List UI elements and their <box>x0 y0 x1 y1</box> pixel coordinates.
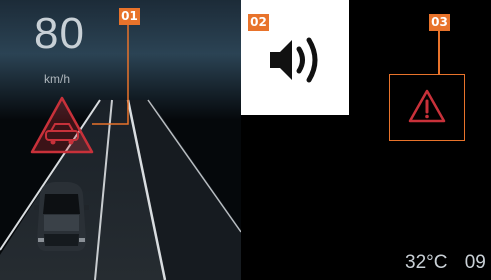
speed-readout: 80 <box>34 9 85 58</box>
ego-vehicle <box>34 182 89 251</box>
callout-label-02: 02 <box>248 14 269 31</box>
speed-unit: km/h <box>44 72 71 86</box>
driving-display-panel: 80 km/h <box>0 0 241 280</box>
callout-label-03: 03 <box>429 14 450 31</box>
speaker-sound-icon <box>270 37 318 83</box>
callout-label-01: 01 <box>119 8 140 25</box>
warning-highlight-box <box>389 74 465 141</box>
warning-triangle-icon <box>408 89 446 123</box>
clock-readout: 09 <box>464 252 486 273</box>
callout-03-leader <box>438 31 440 74</box>
status-bar: 32°C 09 <box>405 252 486 274</box>
temperature-readout: 32°C <box>405 252 448 273</box>
